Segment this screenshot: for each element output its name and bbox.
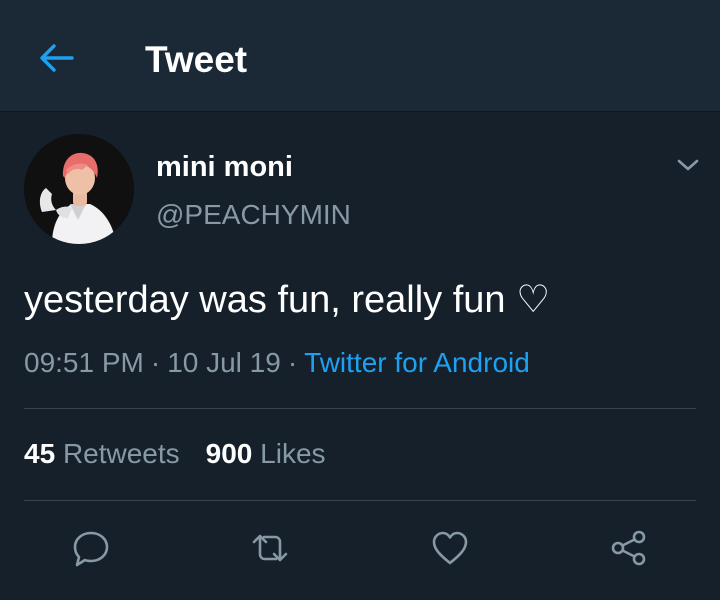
retweets-stat[interactable]: 45 Retweets: [24, 438, 180, 469]
share-icon: [611, 530, 646, 566]
likes-count: 900: [205, 438, 253, 469]
author-name[interactable]: mini moni: [156, 150, 293, 184]
tweet-actions: [0, 518, 720, 578]
retweet-button[interactable]: [248, 526, 292, 570]
tweet-menu-button[interactable]: [670, 150, 706, 180]
reply-button[interactable]: [69, 526, 113, 570]
reply-icon: [73, 531, 109, 567]
chevron-down-icon: [677, 159, 699, 171]
retweets-label: Retweets: [62, 438, 180, 469]
tweet-stats: 45 Retweets 900 Likes: [24, 436, 326, 472]
arrow-left-icon: [40, 44, 74, 72]
retweet-icon: [252, 534, 288, 562]
divider: [24, 408, 696, 409]
tweet-time: 09:51 PM: [24, 347, 144, 378]
divider: [24, 500, 696, 501]
tweet-source-link[interactable]: Twitter for Android: [304, 347, 530, 378]
profile-photo: [24, 134, 134, 244]
tweet-date: 10 Jul 19: [167, 347, 281, 378]
like-button[interactable]: [428, 526, 472, 570]
avatar[interactable]: [24, 134, 134, 244]
page-title: Tweet: [145, 39, 248, 80]
back-button[interactable]: [30, 34, 82, 82]
meta-separator: ·: [150, 347, 161, 378]
tweet-detail-screen: Tweet mini moni @PEACHYMIN yesterday was…: [0, 0, 720, 600]
retweets-count: 45: [24, 438, 56, 469]
likes-stat[interactable]: 900 Likes: [206, 438, 326, 469]
heart-icon: [432, 531, 468, 565]
top-app-bar: Tweet: [0, 0, 720, 112]
likes-label: Likes: [260, 438, 326, 469]
meta-separator: ·: [287, 347, 298, 378]
tweet-meta: 09:51 PM · 10 Jul 19 · Twitter for Android: [24, 345, 530, 381]
author-handle[interactable]: @PEACHYMIN: [156, 198, 351, 232]
tweet-text: yesterday was fun, really fun ♡: [24, 279, 551, 321]
share-button[interactable]: [607, 526, 651, 570]
